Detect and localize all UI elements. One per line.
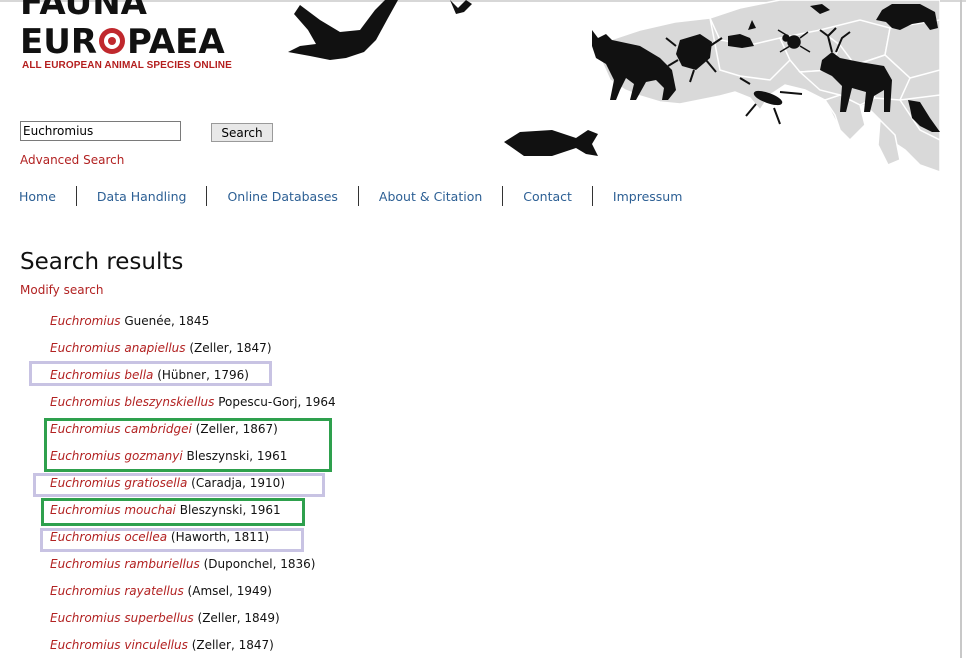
logo-tagline: ALL EUROPEAN ANIMAL SPECIES ONLINE [22,60,232,71]
nav-separator [75,186,77,206]
species-author: (Duponchel, 1836) [203,557,316,571]
species-link[interactable]: Euchromius rayatellus [50,584,184,598]
species-author: Popescu-Gorj, 1964 [218,395,336,409]
nav-separator [206,186,208,206]
nav-separator [591,186,593,206]
species-author: Guenée, 1845 [124,314,210,328]
species-link[interactable]: Euchromius [50,314,121,328]
result-item: Euchromius rayatellus (Amsel, 1949) [50,582,336,609]
nav-separator [357,186,359,206]
eagle-silhouette-icon [288,0,398,60]
highlight-box-cambridgei-gozmanyi [44,418,332,472]
logo-text-fauna: FAUNA [20,0,147,23]
logo-text-europaea: EUR PAEA [20,24,225,60]
search-input[interactable] [20,121,181,141]
species-author: (Zeller, 1849) [197,611,280,625]
nav-separator [502,186,504,206]
highlight-box-mouchai [41,498,305,526]
species-link[interactable]: Euchromius ramburiellus [50,557,200,571]
species-link[interactable]: Euchromius superbellus [50,611,194,625]
target-logo-icon [97,26,127,56]
nav-data-handling[interactable]: Data Handling [97,189,187,204]
advanced-search-link[interactable]: Advanced Search [20,153,124,167]
species-author: (Zeller, 1847) [191,638,274,652]
search-button[interactable]: Search [211,123,273,142]
result-item: Euchromius ramburiellus (Duponchel, 1836… [50,555,336,582]
nav-impressum[interactable]: Impressum [613,189,682,204]
result-item: Euchromius bleszynskiellus Popescu-Gorj,… [50,393,336,420]
nav-online-databases[interactable]: Online Databases [227,189,337,204]
logo-text-paea: PAEA [127,22,225,62]
main-nav: Home Data Handling Online Databases Abou… [19,186,682,206]
highlight-box-ocellea [40,528,304,552]
result-item: Euchromius Guenée, 1845 [50,312,336,339]
species-author: (Zeller, 1847) [189,341,272,355]
page-title: Search results [20,249,184,275]
species-link[interactable]: Euchromius vinculellus [50,638,188,652]
result-item: Euchromius superbellus (Zeller, 1849) [50,609,336,636]
small-bird-top-icon [450,0,472,14]
result-item: Euchromius vinculellus (Zeller, 1847) [50,636,336,663]
highlight-box-gratiosella [33,473,325,497]
logo-text-eur: EUR [20,22,98,62]
modify-search-link[interactable]: Modify search [20,283,103,297]
right-border [960,0,962,658]
nav-about-citation[interactable]: About & Citation [379,189,482,204]
species-author: (Amsel, 1949) [187,584,272,598]
nav-home[interactable]: Home [19,189,56,204]
highlight-box-bella [29,361,272,386]
species-link[interactable]: Euchromius anapiellus [50,341,186,355]
species-link[interactable]: Euchromius bleszynskiellus [50,395,214,409]
header-banner-art [288,0,940,173]
nav-contact[interactable]: Contact [523,189,572,204]
fish-silhouette-icon [504,130,598,156]
